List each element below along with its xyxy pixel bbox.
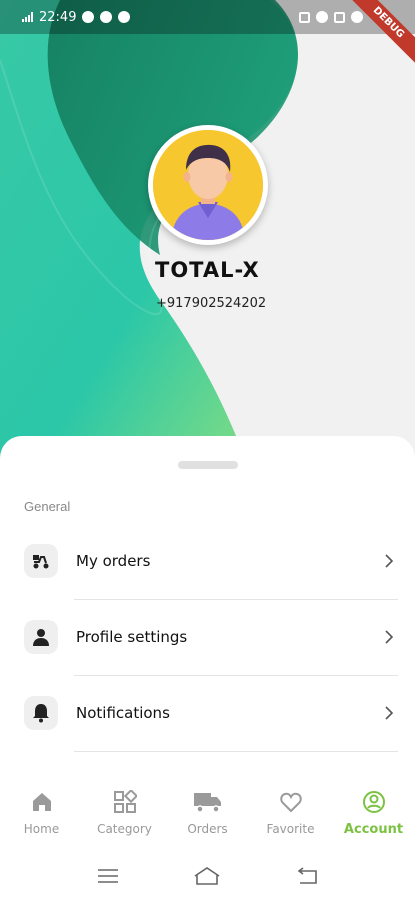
heart-icon xyxy=(279,792,302,813)
nfc-icon xyxy=(299,11,310,23)
system-navigation-bar xyxy=(0,852,415,900)
nav-account[interactable]: Account xyxy=(332,782,415,844)
status-time: 22:49 xyxy=(39,9,77,25)
nav-favorite[interactable]: Favorite xyxy=(249,782,332,844)
home-button-icon[interactable] xyxy=(193,866,221,886)
avatar-illustration xyxy=(153,130,263,240)
grid-icon xyxy=(113,790,137,813)
menu-item-label: Profile settings xyxy=(76,628,188,646)
divider xyxy=(74,751,398,752)
bottom-navigation: Home Category Orders Favorite Account xyxy=(0,782,415,844)
nav-orders[interactable]: Orders xyxy=(166,782,249,844)
menu-icon[interactable] xyxy=(97,868,119,884)
chevron-right-icon xyxy=(385,554,394,568)
nav-label: Favorite xyxy=(266,822,315,836)
section-label-general: General xyxy=(24,499,71,514)
back-icon[interactable] xyxy=(296,867,318,885)
menu-item-my-orders[interactable]: My orders xyxy=(24,531,398,591)
menu-item-label: My orders xyxy=(76,552,151,570)
signal-icon xyxy=(22,12,33,22)
truck-icon xyxy=(193,793,221,813)
menu-item-profile-settings[interactable]: Profile settings xyxy=(24,607,398,667)
profile-name: TOTAL-X xyxy=(155,258,260,282)
home-icon xyxy=(32,793,51,811)
nav-home[interactable]: Home xyxy=(0,782,83,844)
leaf-icon xyxy=(118,11,131,23)
vibrate-icon xyxy=(334,11,345,23)
chevron-right-icon xyxy=(385,630,394,644)
account-icon xyxy=(362,791,385,813)
menu-item-label: Notifications xyxy=(76,704,170,722)
avatar[interactable] xyxy=(148,125,268,245)
status-bar: 22:49 DEBUG xyxy=(0,0,415,69)
person-icon xyxy=(24,620,58,654)
nav-label: Category xyxy=(97,822,152,836)
nav-label: Account xyxy=(343,822,404,837)
delivery-scooter-icon xyxy=(24,544,58,578)
sheet-drag-handle[interactable] xyxy=(178,461,238,469)
whatsapp-icon xyxy=(82,11,95,23)
bell-icon xyxy=(24,696,58,730)
chevron-right-icon xyxy=(385,706,394,720)
nav-label: Orders xyxy=(187,822,228,836)
menu-item-notifications[interactable]: Notifications xyxy=(24,683,398,743)
divider xyxy=(74,599,398,600)
divider xyxy=(74,675,398,676)
nav-category[interactable]: Category xyxy=(83,782,166,844)
wifi-icon xyxy=(351,11,363,23)
profile-phone: +917902524202 xyxy=(156,296,267,311)
alarm-icon xyxy=(316,11,328,23)
notification-app-icon xyxy=(100,11,113,23)
nav-label: Home xyxy=(23,822,60,836)
